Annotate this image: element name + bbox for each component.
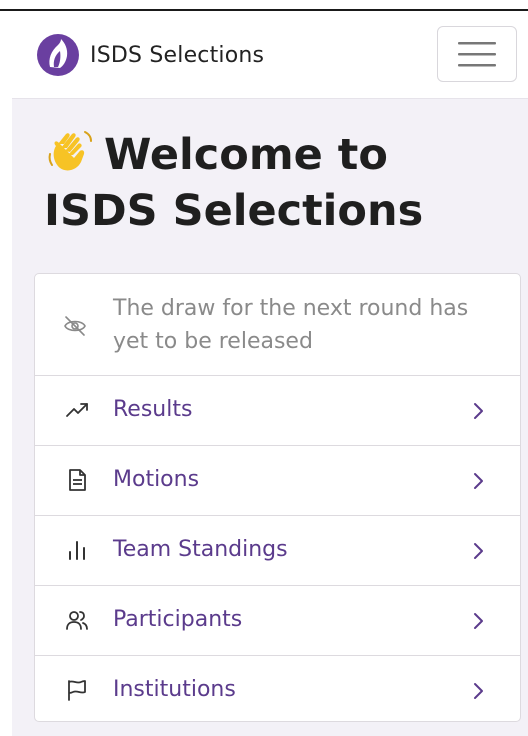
chevron-right-icon (474, 473, 483, 489)
page-title-text: Welcome to ISDS Selections (44, 130, 424, 236)
nav-item-institutions[interactable]: Institutions (35, 656, 520, 721)
isds-logo-icon (36, 33, 80, 77)
menu-toggle-button[interactable] (437, 26, 517, 82)
chevron-right-icon (474, 613, 483, 629)
nav-item-label: Results (113, 397, 193, 422)
users-icon (66, 611, 88, 630)
nav-item-label: Institutions (113, 677, 236, 702)
eye-off-icon (64, 316, 86, 336)
navbar: ISDS Selections (12, 11, 528, 99)
nav-item-label: Team Standings (113, 537, 288, 562)
chevron-right-icon (474, 683, 483, 699)
nav-item-team-standings[interactable]: Team Standings (35, 516, 520, 586)
waving-hand-icon (48, 131, 92, 171)
top-edge (0, 0, 528, 11)
draw-notice: The draw for the next round has yet to b… (35, 274, 520, 376)
trending-up-icon (66, 403, 88, 417)
page: ISDS Selections Welcome to ISDS Selectio… (0, 0, 528, 736)
draw-notice-text: The draw for the next round has yet to b… (113, 296, 469, 354)
navigation-card: The draw for the next round has yet to b… (34, 273, 521, 722)
nav-item-label: Participants (113, 607, 243, 632)
nav-item-label: Motions (113, 467, 200, 492)
nav-item-participants[interactable]: Participants (35, 586, 520, 656)
page-title: Welcome to ISDS Selections (44, 124, 514, 239)
brand-link[interactable]: ISDS Selections (36, 33, 264, 77)
nav-item-motions[interactable]: Motions (35, 446, 520, 516)
brand-name: ISDS Selections (90, 42, 265, 68)
bar-chart-icon (69, 541, 85, 560)
hamburger-menu-icon (458, 42, 496, 67)
chevron-right-icon (474, 543, 483, 559)
chevron-right-icon (474, 403, 483, 419)
flag-icon (68, 680, 86, 701)
nav-item-results[interactable]: Results (35, 376, 520, 446)
document-icon (69, 469, 86, 491)
